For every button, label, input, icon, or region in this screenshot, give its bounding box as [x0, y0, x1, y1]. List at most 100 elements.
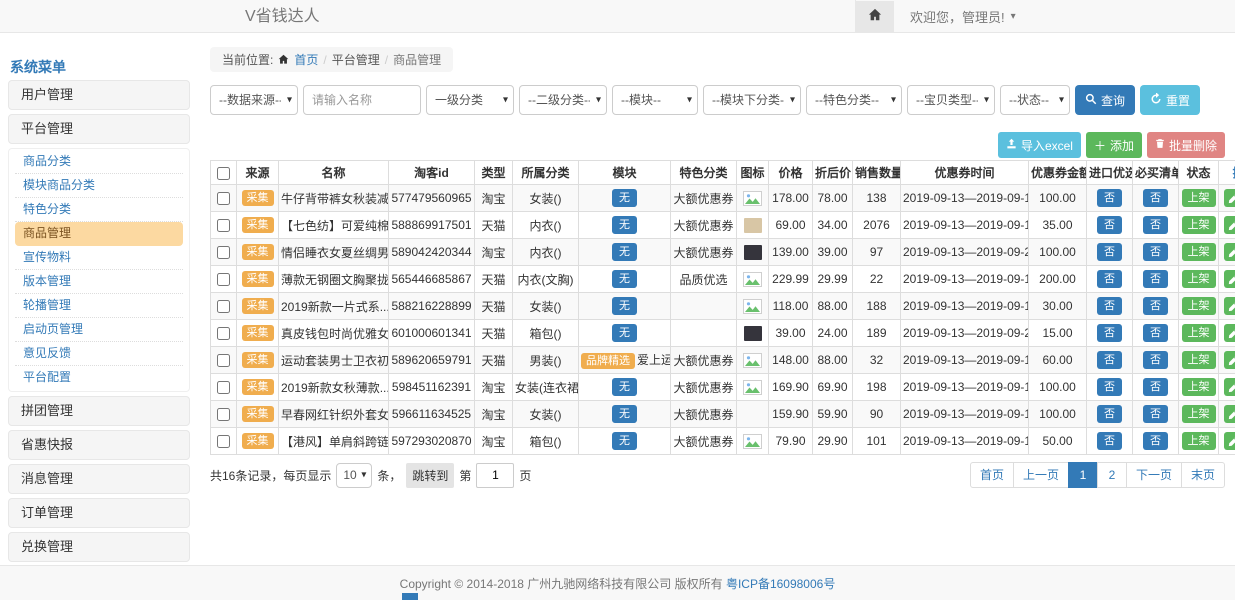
must-buy-toggle-badge[interactable]: 否: [1143, 378, 1168, 396]
filter-select-0[interactable]: --数据来源--: [210, 85, 298, 115]
edit-button[interactable]: [1224, 270, 1235, 288]
edit-button[interactable]: [1224, 405, 1235, 423]
import-toggle-badge[interactable]: 否: [1097, 189, 1122, 207]
module-badge[interactable]: 无: [612, 243, 637, 261]
sidebar-item-版本管理[interactable]: 版本管理: [15, 270, 183, 294]
import-toggle-badge[interactable]: 否: [1097, 324, 1122, 342]
edit-button[interactable]: [1224, 378, 1235, 396]
batch-delete-button[interactable]: 批量删除: [1147, 132, 1225, 158]
select-all-checkbox[interactable]: [217, 167, 230, 180]
search-button[interactable]: 查询: [1075, 85, 1135, 115]
edit-button[interactable]: [1224, 351, 1235, 369]
sidebar-item-兑换管理[interactable]: 兑换管理: [8, 532, 190, 562]
module-badge[interactable]: 无: [612, 189, 637, 207]
must-buy-toggle-badge[interactable]: 否: [1143, 297, 1168, 315]
pager-item-2[interactable]: 2: [1097, 462, 1127, 488]
sidebar-item-轮播管理[interactable]: 轮播管理: [15, 294, 183, 318]
must-buy-toggle-badge[interactable]: 否: [1143, 324, 1168, 342]
filter-select-4[interactable]: --模块--: [612, 85, 698, 115]
row-checkbox[interactable]: [217, 354, 230, 367]
sidebar-item-启动页管理[interactable]: 启动页管理: [15, 318, 183, 342]
sidebar-item-平台管理[interactable]: 平台管理: [8, 114, 190, 144]
row-checkbox[interactable]: [217, 219, 230, 232]
row-checkbox[interactable]: [217, 435, 230, 448]
row-checkbox[interactable]: [217, 273, 230, 286]
edit-button[interactable]: [1224, 324, 1235, 342]
status-badge[interactable]: 上架: [1182, 351, 1216, 369]
pager-item-下一页[interactable]: 下一页: [1126, 462, 1182, 488]
jump-button[interactable]: 跳转到: [406, 463, 454, 488]
filter-select-2[interactable]: 一级分类: [426, 85, 514, 115]
jump-page-input[interactable]: [476, 463, 514, 488]
row-checkbox[interactable]: [217, 327, 230, 340]
import-toggle-badge[interactable]: 否: [1097, 405, 1122, 423]
home-button[interactable]: [856, 1, 894, 33]
import-toggle-badge[interactable]: 否: [1097, 297, 1122, 315]
sidebar-item-用户管理[interactable]: 用户管理: [8, 80, 190, 110]
pager-item-首页[interactable]: 首页: [970, 462, 1014, 488]
edit-button[interactable]: [1224, 189, 1235, 207]
sidebar-item-平台配置[interactable]: 平台配置: [15, 366, 183, 390]
status-badge[interactable]: 上架: [1182, 297, 1216, 315]
must-buy-toggle-badge[interactable]: 否: [1143, 189, 1168, 207]
sidebar-item-拼团管理[interactable]: 拼团管理: [8, 396, 190, 426]
module-badge[interactable]: 无: [612, 405, 637, 423]
module-badge[interactable]: 无: [612, 297, 637, 315]
pager-item-上一页[interactable]: 上一页: [1013, 462, 1069, 488]
status-badge[interactable]: 上架: [1182, 243, 1216, 261]
import-toggle-badge[interactable]: 否: [1097, 432, 1122, 450]
import-toggle-badge[interactable]: 否: [1097, 243, 1122, 261]
sidebar-item-意见反馈[interactable]: 意见反馈: [15, 342, 183, 366]
edit-button[interactable]: [1224, 297, 1235, 315]
sidebar-item-特色分类[interactable]: 特色分类: [15, 198, 183, 222]
sidebar-item-模块商品分类[interactable]: 模块商品分类: [15, 174, 183, 198]
must-buy-toggle-badge[interactable]: 否: [1143, 432, 1168, 450]
row-checkbox[interactable]: [217, 408, 230, 421]
edit-button[interactable]: [1224, 243, 1235, 261]
filter-select-8[interactable]: --状态--: [1000, 85, 1070, 115]
icp-link[interactable]: 粤ICP备16098006号: [726, 577, 835, 591]
edit-button[interactable]: [1224, 432, 1235, 450]
module-badge[interactable]: 品牌精选: [581, 353, 635, 369]
row-checkbox[interactable]: [217, 381, 230, 394]
sidebar-item-宣传物料[interactable]: 宣传物料: [15, 246, 183, 270]
sidebar-item-商品分类[interactable]: 商品分类: [15, 150, 183, 174]
module-badge[interactable]: 无: [612, 216, 637, 234]
pager-item-末页[interactable]: 末页: [1181, 462, 1225, 488]
must-buy-toggle-badge[interactable]: 否: [1143, 270, 1168, 288]
edit-button[interactable]: [1224, 216, 1235, 234]
module-badge[interactable]: 无: [612, 432, 637, 450]
module-badge[interactable]: 无: [612, 270, 637, 288]
row-checkbox[interactable]: [217, 246, 230, 259]
filter-select-5[interactable]: --模块下分类--: [703, 85, 801, 115]
status-badge[interactable]: 上架: [1182, 324, 1216, 342]
import-toggle-badge[interactable]: 否: [1097, 378, 1122, 396]
row-checkbox[interactable]: [217, 300, 230, 313]
breadcrumb-home-link[interactable]: 首页: [294, 51, 318, 68]
status-badge[interactable]: 上架: [1182, 270, 1216, 288]
module-badge[interactable]: 无: [612, 378, 637, 396]
filter-select-7[interactable]: --宝贝类型--: [907, 85, 995, 115]
reset-button[interactable]: 重置: [1140, 85, 1200, 115]
search-name-input[interactable]: [303, 85, 421, 115]
per-page-select[interactable]: 10: [336, 463, 372, 488]
sidebar-item-省惠快报[interactable]: 省惠快报: [8, 430, 190, 460]
user-menu[interactable]: 欢迎您，管理员! ▾: [910, 7, 1016, 26]
sidebar-item-消息管理[interactable]: 消息管理: [8, 464, 190, 494]
status-badge[interactable]: 上架: [1182, 189, 1216, 207]
sidebar-item-订单管理[interactable]: 订单管理: [8, 498, 190, 528]
must-buy-toggle-badge[interactable]: 否: [1143, 243, 1168, 261]
filter-select-6[interactable]: --特色分类--: [806, 85, 902, 115]
add-button[interactable]: ＋ 添加: [1086, 132, 1142, 158]
status-badge[interactable]: 上架: [1182, 405, 1216, 423]
module-badge[interactable]: 无: [612, 324, 637, 342]
sidebar-item-商品管理[interactable]: 商品管理: [15, 222, 183, 246]
import-toggle-badge[interactable]: 否: [1097, 270, 1122, 288]
must-buy-toggle-badge[interactable]: 否: [1143, 216, 1168, 234]
filter-select-3[interactable]: --二级分类--: [519, 85, 607, 115]
import-toggle-badge[interactable]: 否: [1097, 351, 1122, 369]
status-badge[interactable]: 上架: [1182, 432, 1216, 450]
import-toggle-badge[interactable]: 否: [1097, 216, 1122, 234]
pager-item-1[interactable]: 1: [1068, 462, 1098, 488]
import-excel-button[interactable]: 导入excel: [998, 132, 1081, 158]
